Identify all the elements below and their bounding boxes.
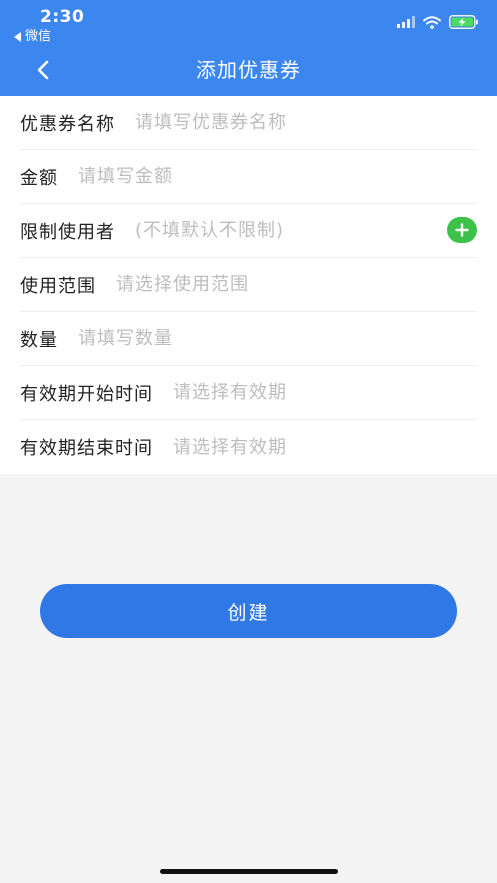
form-row-amount: 金额: [20, 150, 477, 204]
quantity-label: 数量: [20, 329, 58, 351]
form-row-quantity: 数量: [20, 312, 477, 366]
form-row-restrict-users: 限制使用者: [20, 204, 477, 258]
amount-label: 金额: [20, 167, 58, 189]
back-to-app[interactable]: 微信: [14, 29, 51, 45]
battery-charging-icon: [449, 15, 478, 29]
plus-circle-icon: [455, 223, 469, 237]
amount-input[interactable]: [78, 166, 477, 187]
form-row-start-time: 有效期开始时间: [20, 366, 477, 420]
coupon-name-label: 优惠券名称: [20, 113, 115, 135]
form-row-coupon-name: 优惠券名称: [20, 96, 477, 150]
page-title: 添加优惠券: [196, 58, 301, 82]
scope-label: 使用范围: [20, 275, 96, 297]
quantity-input[interactable]: [78, 328, 477, 349]
start-time-label: 有效期开始时间: [20, 383, 153, 405]
end-time-picker[interactable]: [173, 436, 477, 458]
wifi-icon: [423, 15, 441, 29]
restrict-users-label: 限制使用者: [20, 221, 115, 243]
coupon-name-input[interactable]: [135, 112, 477, 133]
back-triangle-icon: [14, 32, 21, 42]
page: 2:30 微信 添加优惠券 优惠券名称 请填写优惠券名称 金额 请填写金额 限制…: [0, 0, 497, 883]
add-user-button[interactable]: [447, 217, 477, 243]
form-row-end-time: 有效期结束时间: [20, 420, 477, 474]
home-indicator[interactable]: [160, 869, 338, 874]
cellular-signal-icon: [397, 16, 415, 28]
status-time: 2:30: [40, 7, 85, 27]
create-button[interactable]: 创建: [40, 584, 457, 638]
end-time-label: 有效期结束时间: [20, 438, 153, 459]
form-row-scope: 使用范围: [20, 258, 477, 312]
coupon-form: 优惠券名称 金额 限制使用者 使用范围 数量 有效期开始时间: [0, 96, 497, 474]
back-app-label: 微信: [25, 29, 52, 44]
scope-select[interactable]: [116, 274, 477, 295]
header: 2:30 微信 添加优惠券: [0, 0, 497, 96]
status-icons: [397, 15, 479, 29]
start-time-picker[interactable]: [173, 382, 477, 403]
restrict-users-input[interactable]: [135, 220, 477, 241]
